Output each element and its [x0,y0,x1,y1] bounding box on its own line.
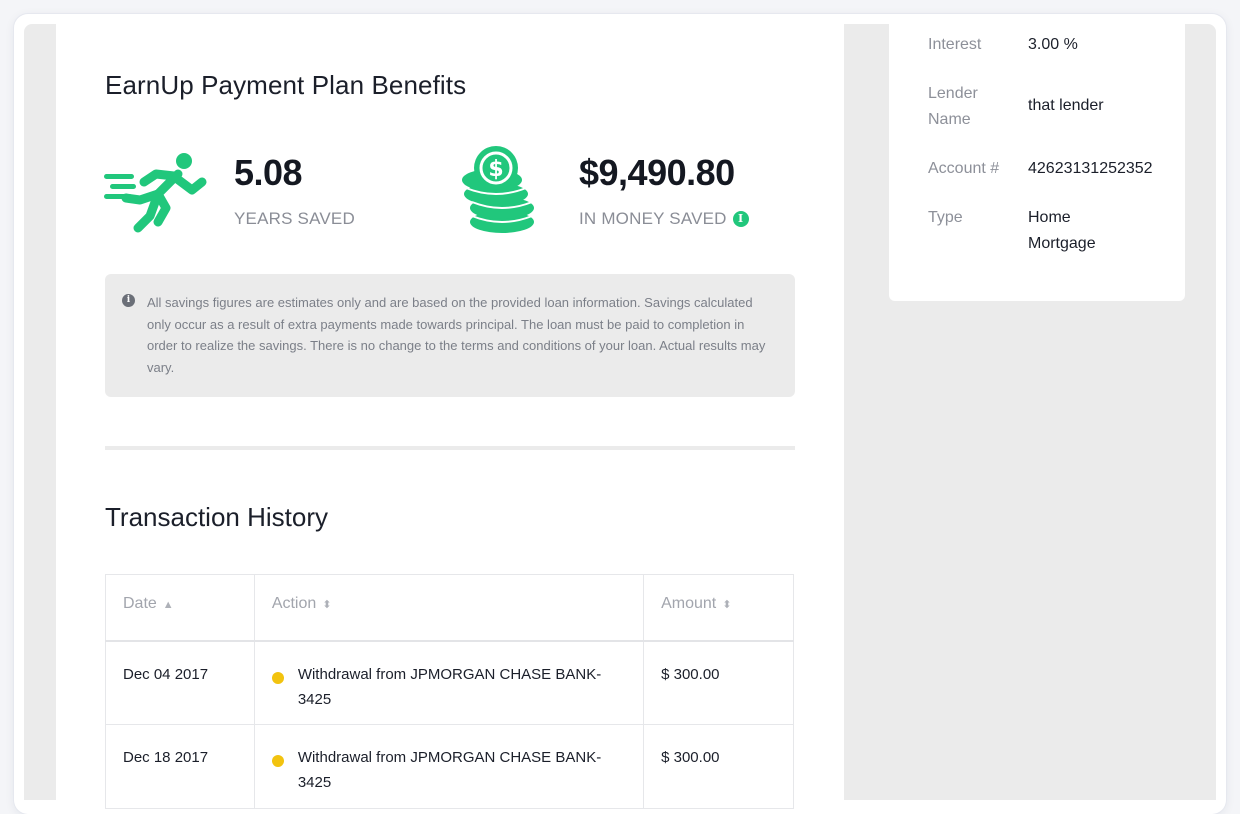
money-saved-label: IN MONEY SAVED [579,209,727,228]
column-header-date[interactable]: Date ▲ [105,574,255,641]
disclaimer-text: All savings figures are estimates only a… [147,295,766,375]
column-label: Action [271,595,317,612]
coin-stack-icon: $ [452,146,540,236]
years-saved-value: 5.08 [234,152,303,193]
section-divider [105,446,795,450]
column-label: Date [123,595,157,612]
action-text: Withdrawal from JPMORGAN CHASE BANK-3425 [297,749,602,791]
cell-amount: $ 300.00 [643,640,794,725]
cell-date: Dec 18 2017 [105,724,255,809]
sort-up-icon: ▲ [162,599,174,611]
transaction-table: Date ▲ Action ⬍ Amount ⬍ Dec 04 2017 Withdr… [105,574,794,809]
svg-text:$: $ [488,157,503,182]
table-row[interactable]: Dec 04 2017 Withdrawal from JPMORGAN CHA… [105,640,794,725]
column-label: Amount [661,595,717,612]
type-value-line2: Mortgage [1028,235,1096,252]
type-value-line1: Home [1028,209,1071,226]
benefits-title: EarnUp Payment Plan Benefits [105,70,467,100]
years-saved-label: YEARS SAVED [234,209,355,228]
running-person-icon [104,152,208,234]
pending-status-dot [271,755,284,767]
money-saved-value: $9,490.80 [579,152,735,193]
lender-value: that lender [1028,97,1104,114]
column-header-action[interactable]: Action ⬍ [253,574,645,641]
account-value: 42623131252352 [1028,160,1153,177]
info-circle-icon[interactable]: i [732,211,749,227]
column-header-amount[interactable]: Amount ⬍ [643,574,794,641]
table-row[interactable]: Dec 18 2017 Withdrawal from JPMORGAN CHA… [105,724,794,809]
interest-value: 3.00 % [1028,36,1078,53]
info-circle-icon: i [122,294,135,307]
sort-icon: ⬍ [322,599,332,611]
table-header-row: Date ▲ Action ⬍ Amount ⬍ [105,574,794,641]
pending-status-dot [271,671,284,684]
lender-label-line2: Name [928,111,971,128]
savings-disclaimer: i All savings figures are estimates only… [105,274,795,397]
transaction-history-title: Transaction History [105,502,328,532]
cell-action: Withdrawal from JPMORGAN CHASE BANK-3425 [253,640,645,725]
type-label: Type [928,209,963,226]
account-label: Account # [928,160,1000,177]
cell-action: Withdrawal from JPMORGAN CHASE BANK-3425 [253,724,645,809]
sort-icon: ⬍ [722,599,732,611]
action-text: Withdrawal from JPMORGAN CHASE BANK-3425 [297,665,602,708]
lender-label-line1: Lender [928,85,978,102]
interest-label: Interest [928,36,982,53]
cell-amount: $ 300.00 [643,724,794,809]
cell-date: Dec 04 2017 [105,640,255,725]
money-saved-label-row: IN MONEY SAVED i [579,209,749,229]
